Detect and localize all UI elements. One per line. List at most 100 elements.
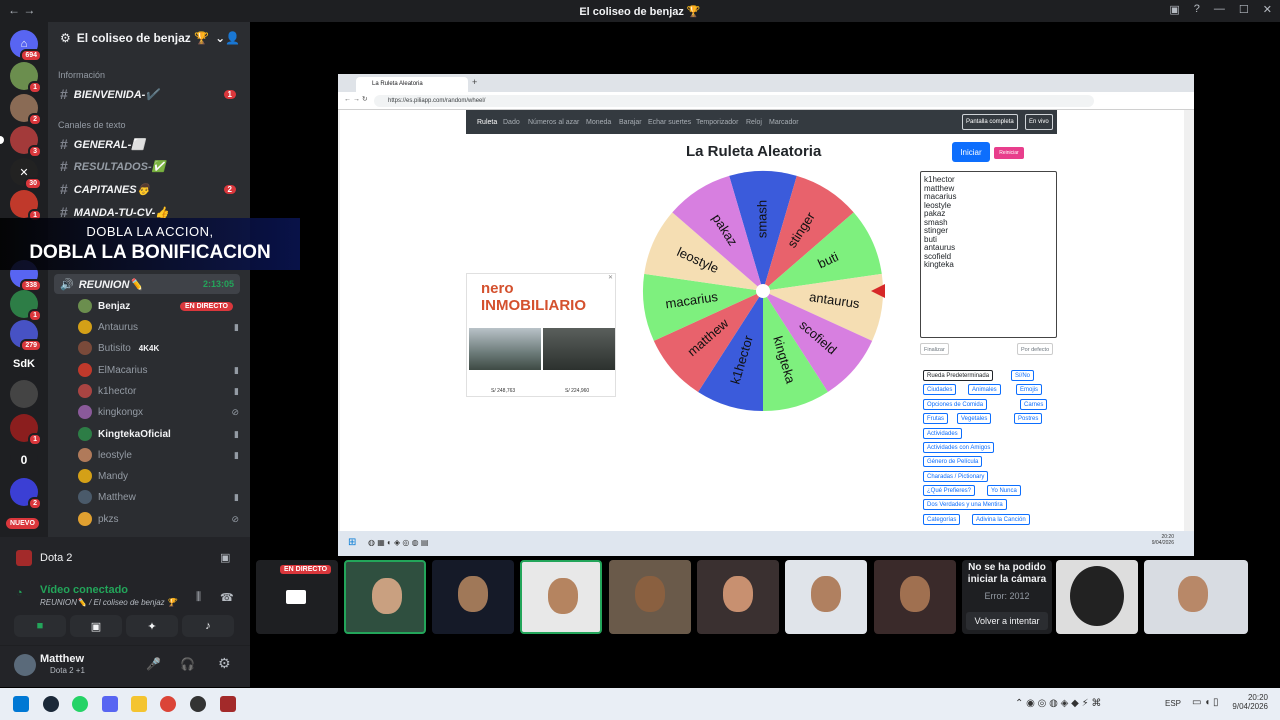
- tray-icons[interactable]: ⌃ ◉ ◎ ◍ ◈ ◆ ⚡ ⌘: [1015, 698, 1101, 709]
- participant-tile[interactable]: [785, 560, 867, 634]
- voice-user[interactable]: kingkongx ⊘: [78, 402, 243, 422]
- steam-icon[interactable]: [43, 696, 59, 712]
- nav-link[interactable]: Números al azar: [528, 119, 579, 126]
- participant-tile[interactable]: [874, 560, 956, 634]
- add-user-icon[interactable]: 👤: [225, 31, 240, 45]
- participant-tile[interactable]: [344, 560, 426, 634]
- camera-button[interactable]: ■: [14, 615, 66, 637]
- participant-tile[interactable]: [609, 560, 691, 634]
- server-icon[interactable]: 2: [10, 94, 42, 126]
- server-icon[interactable]: 1: [10, 290, 42, 322]
- preset-tag[interactable]: Carnes: [1020, 399, 1048, 410]
- chrome-icon[interactable]: [160, 696, 176, 712]
- avatar[interactable]: [14, 654, 36, 676]
- preset-tag[interactable]: Adivina la Canción: [972, 514, 1030, 525]
- nav-link[interactable]: Moneda: [586, 119, 611, 126]
- channel-capitanes[interactable]: # CAPITANES👨 2: [60, 179, 240, 199]
- voice-user[interactable]: ElMacarius ▮: [78, 360, 243, 380]
- nav-link[interactable]: Barajar: [619, 119, 642, 126]
- preset-tag[interactable]: Categorías: [923, 514, 961, 525]
- nav-link[interactable]: Marcador: [769, 119, 799, 126]
- signal-icon[interactable]: ◔: [16, 587, 23, 599]
- preset-tag[interactable]: Ciudades: [923, 384, 957, 395]
- server-icon[interactable]: SdK: [10, 350, 38, 378]
- server-icon[interactable]: ✕ 30: [10, 158, 42, 190]
- preset-tag[interactable]: Actividades con Amigos: [923, 442, 995, 453]
- category-info[interactable]: Información: [58, 70, 105, 80]
- start-button[interactable]: Iniciar: [952, 142, 990, 162]
- channel-general[interactable]: # GENERAL-⬜: [60, 134, 240, 154]
- microphone-icon[interactable]: 🎤: [146, 657, 161, 671]
- new-badge[interactable]: NUEVO: [6, 518, 39, 529]
- preset-tag[interactable]: Rueda Predeterminada: [923, 370, 994, 381]
- activity-icon[interactable]: ▣: [220, 551, 230, 564]
- fullscreen-button[interactable]: Pantalla completa: [962, 114, 1018, 130]
- nav-link[interactable]: Dado: [503, 119, 520, 126]
- server-icon[interactable]: 2: [10, 478, 42, 510]
- server-header[interactable]: ⚙ El coliseo de benjaz 🏆 ⌄ 👤: [48, 22, 250, 54]
- participant-tile[interactable]: [520, 560, 602, 634]
- preset-tag[interactable]: Charadas / Pictionary: [923, 471, 989, 482]
- stream-view[interactable]: La Ruleta Aleatoria + ← → ↻ https://es.p…: [338, 74, 1194, 556]
- preset-tag[interactable]: Opciones de Comida: [923, 399, 988, 410]
- voice-user[interactable]: Benjaz EN DIRECTO: [78, 296, 243, 316]
- voice-user[interactable]: pkzs ⊘: [78, 509, 243, 529]
- advertisement[interactable]: nero INMOBILIARIO S/ 248,763 S/ 224,960 …: [466, 273, 616, 397]
- new-tab-icon[interactable]: +: [472, 77, 477, 87]
- category-text[interactable]: Canales de texto: [58, 120, 126, 130]
- server-icon[interactable]: 1: [10, 414, 42, 446]
- preset-tag[interactable]: Postres: [1014, 413, 1043, 424]
- channel-resultados[interactable]: # RESULTADOS-✅: [60, 156, 240, 176]
- preset-tag[interactable]: Frutas: [923, 413, 949, 424]
- voice-user[interactable]: Antaurus ▮: [78, 317, 243, 337]
- preset-tag[interactable]: Yo Nunca: [987, 485, 1021, 496]
- server-icon[interactable]: 279: [10, 320, 42, 352]
- participant-tile[interactable]: [697, 560, 779, 634]
- preset-tag[interactable]: Género de Película: [923, 456, 983, 467]
- language-indicator[interactable]: ESP: [1165, 699, 1181, 708]
- voice-user[interactable]: leostyle ▮: [78, 445, 243, 465]
- voice-status[interactable]: Vídeo conectado: [40, 584, 128, 596]
- address-bar[interactable]: https://es.piliapp.com/random/wheel/: [374, 95, 1094, 107]
- windows-start-icon[interactable]: [13, 696, 29, 712]
- inbox-icon[interactable]: ▣: [1169, 3, 1179, 16]
- nav-link[interactable]: Echar suertes: [648, 119, 691, 126]
- soundboard-button[interactable]: ♪: [182, 615, 234, 637]
- noise-icon[interactable]: ⫼: [196, 591, 201, 604]
- preset-tag[interactable]: Emojis: [1016, 384, 1043, 395]
- ad-close-icon[interactable]: ✕: [608, 274, 613, 281]
- nav-link[interactable]: Temporizador: [696, 119, 738, 126]
- preset-tag[interactable]: Dos Verdades y una Mentira: [923, 499, 1007, 510]
- participant-tile[interactable]: [432, 560, 514, 634]
- maximize-icon[interactable]: ☐: [1239, 3, 1249, 16]
- nav-arrows-icon[interactable]: ← → ↻: [344, 95, 368, 103]
- default-button[interactable]: Por defecto: [1017, 343, 1054, 355]
- names-textarea[interactable]: k1hector matthew macarius leostyle pakaz smas…: [920, 171, 1057, 338]
- preset-tag[interactable]: Actividades: [923, 428, 962, 439]
- preset-tag[interactable]: ¿Qué Prefieres?: [923, 485, 976, 496]
- participant-tile[interactable]: [1144, 560, 1248, 634]
- finish-button[interactable]: Finalizar: [920, 343, 949, 355]
- channel-bienvenida[interactable]: # BIENVENIDA-✔️ 1: [60, 84, 240, 104]
- settings-gear-icon[interactable]: ⚙: [218, 655, 231, 672]
- voice-user[interactable]: KingtekaOficial ▮: [78, 424, 243, 444]
- close-icon[interactable]: ✕: [1263, 3, 1272, 16]
- live-button[interactable]: En vivo: [1025, 114, 1053, 130]
- voice-user[interactable]: k1hector ▮: [78, 381, 243, 401]
- share-screen-button[interactable]: ▣: [70, 615, 122, 637]
- minimize-icon[interactable]: —: [1214, 3, 1225, 16]
- server-icon[interactable]: 1: [10, 190, 42, 222]
- server-icon[interactable]: 3: [0, 126, 42, 158]
- preset-tag[interactable]: Sí/No: [1011, 370, 1035, 381]
- folder-icon[interactable]: [131, 696, 147, 712]
- dota-icon[interactable]: [220, 696, 236, 712]
- voice-user[interactable]: Matthew ▮: [78, 487, 243, 507]
- disconnect-icon[interactable]: ☎: [220, 591, 234, 604]
- voice-channel-reunion[interactable]: 🔊 REUNION✏️ 2:13:05: [54, 274, 240, 294]
- user-name[interactable]: Matthew: [40, 653, 84, 665]
- participant-tile[interactable]: [1056, 560, 1138, 634]
- participant-tile[interactable]: EN DIRECTO: [256, 560, 338, 634]
- server-home[interactable]: ⌂ 694: [10, 30, 42, 62]
- retry-button[interactable]: Volver a intentar: [966, 612, 1048, 630]
- reset-button[interactable]: Reiniciar: [994, 147, 1024, 159]
